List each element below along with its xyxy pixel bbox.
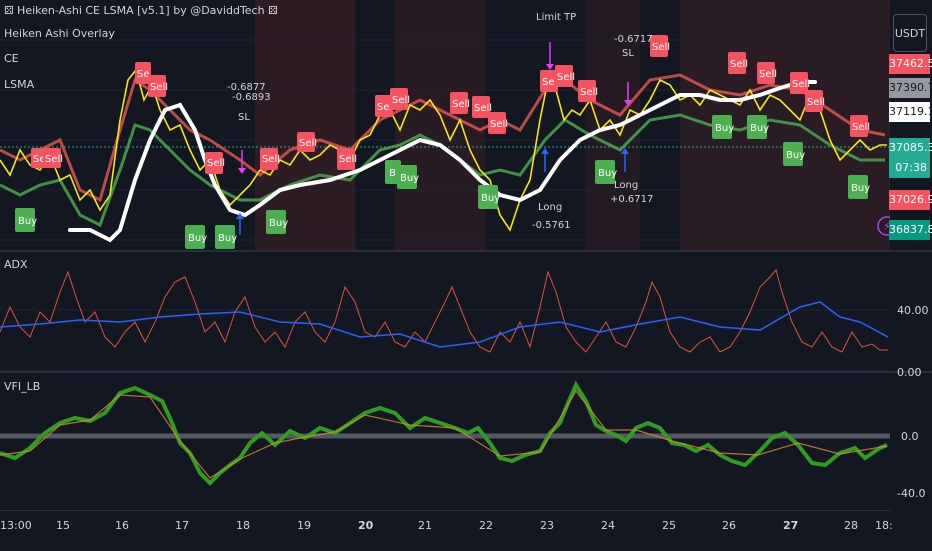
neg-6893-text: -0.6893 — [232, 92, 271, 103]
sell-label: Sell — [792, 79, 810, 90]
x-tick: 15 — [56, 519, 70, 532]
x-tick: 27 — [783, 519, 799, 532]
lsma-legend[interactable]: LSMA — [4, 78, 34, 91]
price-tag: 37119.1 — [889, 102, 932, 122]
buy-label: Buy — [750, 123, 769, 134]
x-tick: 25 — [662, 519, 676, 532]
sell-label: Sell — [652, 42, 670, 53]
x-tick: 18 — [236, 519, 250, 532]
sell-label: Sell — [452, 99, 470, 110]
adx-red-line — [0, 268, 888, 353]
price-tag: 37462.5 — [889, 54, 932, 74]
buy-label: Buy — [786, 150, 805, 161]
buy-label: Buy — [18, 216, 37, 227]
sl-left-arrowhead — [238, 168, 246, 174]
price-tag: 07:38 — [889, 158, 930, 178]
x-tick: 19 — [297, 519, 311, 532]
neg-6717-text: -0.6717 — [614, 34, 653, 45]
x-axis[interactable]: 13:00 15 16 17 18 19 20 21 22 23 24 25 2… — [0, 510, 893, 551]
x-tick: 17 — [175, 519, 189, 532]
buy-label: Buy — [400, 173, 419, 184]
neg-5761-text: -0.5761 — [532, 220, 571, 231]
sell-label: Sell — [580, 87, 598, 98]
adx-axis-label: 40.00 — [897, 304, 929, 317]
ce-legend[interactable]: CE — [4, 52, 19, 65]
vfi-axis-label: -40.0 — [897, 487, 926, 500]
sell-label: Sell — [392, 95, 410, 106]
price-tag: 37026.9 — [889, 190, 932, 210]
x-tick: 28 — [844, 519, 858, 532]
vfi-axis-label: 0.0 — [901, 430, 919, 443]
sell-label: Sell — [339, 154, 357, 165]
main-price-chart[interactable]: Sell Sell Se Sell Sell Sell Sell Sell Se… — [0, 0, 890, 250]
long-mid-arrowhead — [541, 148, 549, 154]
sell-label: Sell — [759, 69, 777, 80]
buy-label: Buy — [715, 123, 734, 134]
x-tick: 13:00 — [0, 519, 32, 532]
vfi-chart[interactable] — [0, 373, 890, 508]
x-tick: 24 — [601, 519, 615, 532]
x-tick: 18: — [875, 519, 893, 532]
price-tag: 37390.7 — [889, 78, 932, 98]
currency-button[interactable]: USDT — [893, 14, 927, 52]
x-tick: 21 — [418, 519, 432, 532]
vfi-legend[interactable]: VFI_LB — [4, 380, 40, 393]
sell-label: Sell — [45, 154, 63, 165]
x-tick: 20 — [358, 519, 374, 532]
buy-label: Buy — [188, 233, 207, 244]
long-mid-text: Long — [538, 202, 562, 213]
sell-label: Sell — [490, 119, 508, 130]
limit-tp-arrowhead — [546, 64, 554, 70]
adx-chart[interactable] — [0, 252, 890, 371]
sell-label: Sell — [299, 138, 317, 149]
adx-axis-label: 0.00 — [897, 366, 922, 379]
buy-label: Buy — [481, 193, 500, 204]
buy-label: B — [389, 168, 396, 179]
x-tick: 16 — [115, 519, 129, 532]
x-tick: 23 — [540, 519, 554, 532]
price-tag: 36837.8 — [889, 220, 932, 240]
sell-label: Sell — [852, 122, 870, 133]
sell-label: Sell — [207, 158, 225, 169]
pos-6717-text: +0.6717 — [610, 194, 653, 205]
sl-right-text: SL — [622, 48, 634, 59]
sell-label: Sell — [730, 59, 748, 70]
buy-label: Buy — [598, 168, 617, 179]
x-tick: 26 — [722, 519, 736, 532]
adx-legend[interactable]: ADX — [4, 258, 28, 271]
overlay-legend[interactable]: Heiken Ashi Overlay — [4, 27, 115, 40]
buy-label: Buy — [218, 233, 237, 244]
price-tag: 37085.3 — [889, 138, 932, 158]
buy-label: Buy — [851, 183, 870, 194]
sell-label: Se — [137, 69, 150, 80]
x-tick: 22 — [479, 519, 493, 532]
buy-label: Buy — [269, 218, 288, 229]
sell-label: Sell — [807, 97, 825, 108]
sl-left-text: SL — [238, 112, 250, 123]
sell-label: Sell — [150, 82, 168, 93]
sell-label: Sell — [557, 72, 575, 83]
long-right-text: Long — [614, 180, 638, 191]
main-title-legend[interactable]: ⚄ Heiken-Ashi CE LSMA [v5.1] by @DaviddT… — [4, 4, 278, 17]
limit-tp-text: Limit TP — [536, 12, 576, 23]
sell-label: Sell — [262, 154, 280, 165]
